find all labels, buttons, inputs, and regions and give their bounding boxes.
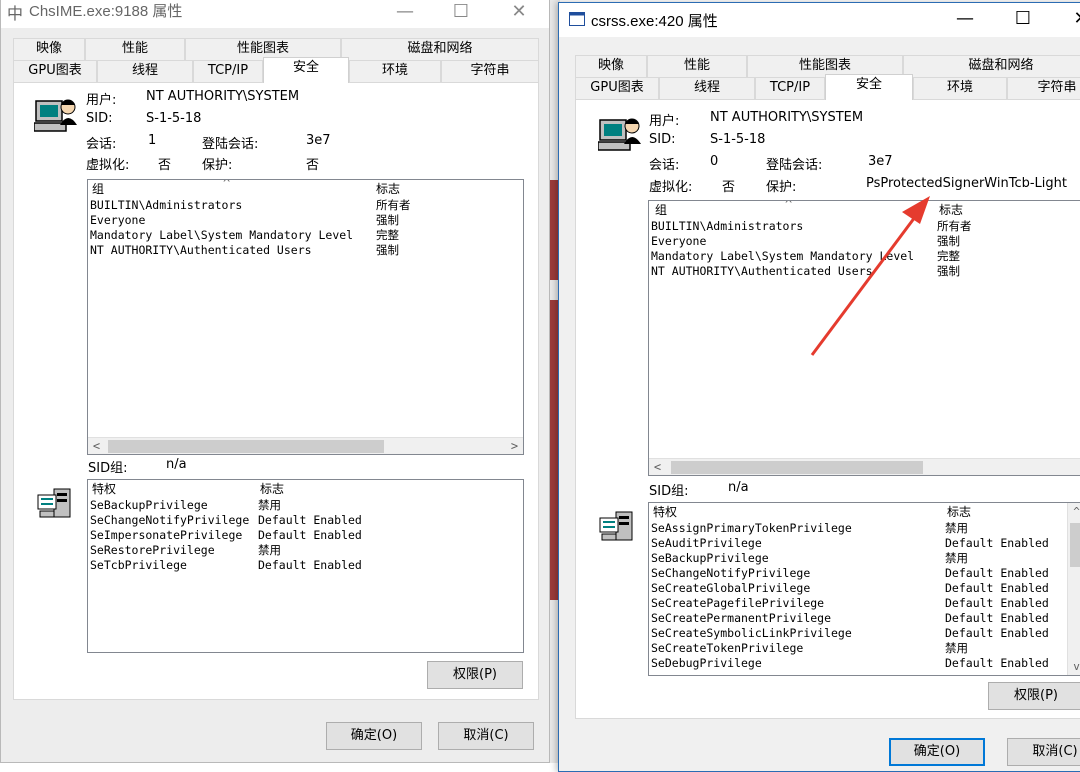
arrow-shaft xyxy=(810,212,920,356)
tab-security[interactable]: 安全 xyxy=(825,74,913,100)
tab-security[interactable]: 安全 xyxy=(263,57,349,83)
annotation-arrow xyxy=(810,196,930,356)
arrow-head xyxy=(902,196,930,224)
